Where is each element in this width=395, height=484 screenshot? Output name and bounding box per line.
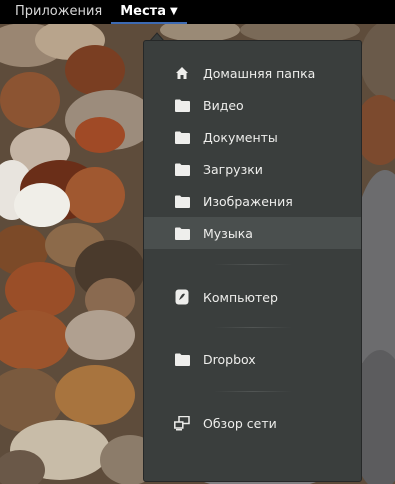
place-documents[interactable]: Документы: [144, 121, 361, 153]
place-dropbox-label: Dropbox: [203, 351, 256, 367]
folder-icon: [174, 161, 190, 177]
top-panel: Приложения Места ▼: [0, 0, 395, 24]
home-icon: [174, 65, 190, 81]
place-music-label: Музыка: [203, 225, 253, 241]
folder-icon: [174, 351, 190, 367]
menu-separator: [214, 264, 292, 265]
place-downloads-label: Загрузки: [203, 161, 263, 177]
place-browse-network-label: Обзор сети: [203, 415, 277, 431]
menu-separator: [214, 391, 292, 392]
triangle-down-icon: ▼: [170, 6, 178, 17]
place-computer-label: Компьютер: [203, 289, 278, 305]
menu-separator: [214, 327, 292, 328]
place-pictures-label: Изображения: [203, 193, 293, 209]
place-music[interactable]: Музыка: [144, 217, 361, 249]
place-dropbox[interactable]: Dropbox: [144, 343, 361, 375]
place-documents-label: Документы: [203, 129, 278, 145]
place-videos[interactable]: Видео: [144, 89, 361, 121]
drive-icon: [174, 289, 190, 305]
places-menu: Домашняя папка Видео Документы Загрузки …: [143, 40, 362, 482]
place-computer[interactable]: Компьютер: [144, 281, 361, 313]
applications-menu-button[interactable]: Приложения: [6, 0, 111, 24]
folder-icon: [174, 193, 190, 209]
folder-icon: [174, 129, 190, 145]
places-label: Места: [120, 4, 166, 19]
folder-icon: [174, 225, 190, 241]
place-browse-network[interactable]: Обзор сети: [144, 407, 361, 439]
network-icon: [174, 415, 190, 431]
place-pictures[interactable]: Изображения: [144, 185, 361, 217]
applications-label: Приложения: [15, 4, 103, 19]
places-menu-button[interactable]: Места ▼: [111, 0, 186, 24]
place-videos-label: Видео: [203, 97, 244, 113]
place-downloads[interactable]: Загрузки: [144, 153, 361, 185]
folder-icon: [174, 97, 190, 113]
place-home-folder-label: Домашняя папка: [203, 65, 316, 81]
place-home-folder[interactable]: Домашняя папка: [144, 57, 361, 89]
